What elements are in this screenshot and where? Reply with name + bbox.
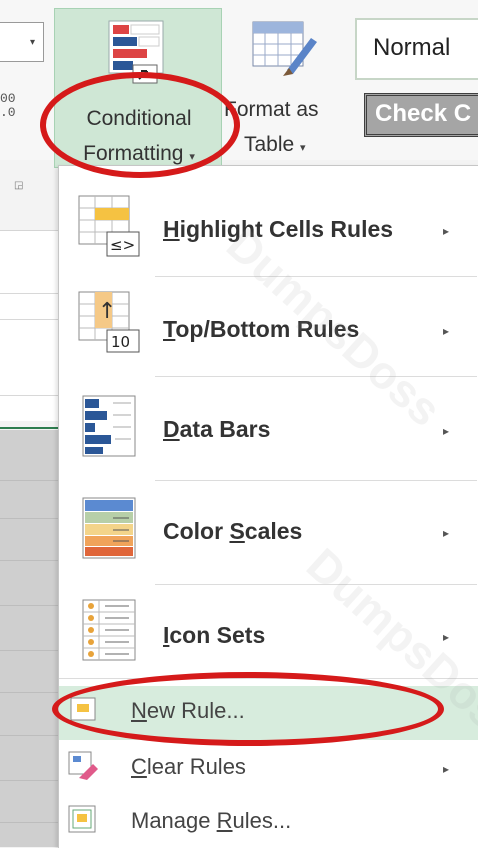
menu-item-label: Icon Sets xyxy=(163,622,266,648)
chevron-down-icon: ▾ xyxy=(189,151,195,163)
chevron-down-icon: ▾ xyxy=(29,37,35,48)
submenu-arrow-icon: ▸ xyxy=(443,630,450,644)
menu-item-manage-rules[interactable]: Manage Rules... xyxy=(59,798,478,848)
ribbon: ▾ 00.0 Conditional Formatting ▾ Format a… xyxy=(0,0,478,168)
submenu-arrow-icon: ▸ xyxy=(443,224,450,238)
conditional-formatting-menu: ≤> Highlight Cells Rules ▸ ↑ 10 Top/Bott… xyxy=(58,165,478,848)
menu-item-top-bottom-rules[interactable]: ↑ 10 Top/Bottom Rules ▸ xyxy=(59,286,478,386)
format-as-table-icon xyxy=(252,21,317,76)
menu-separator xyxy=(59,678,478,679)
format-as-table-label-line2[interactable]: Table ▾ xyxy=(244,133,306,157)
new-rule-icon xyxy=(70,697,96,721)
conditional-formatting-label-line2: Formatting ▾ xyxy=(83,142,195,165)
grid-line xyxy=(0,780,60,781)
cell-style-normal[interactable]: Normal xyxy=(355,18,478,80)
conditional-formatting-label: Conditional xyxy=(86,107,192,130)
svg-text:↑: ↑ xyxy=(98,299,116,324)
selection-border xyxy=(0,427,60,429)
menu-item-clear-rules[interactable]: Clear Rules ▸ xyxy=(59,742,478,796)
grid-line xyxy=(0,395,60,396)
menu-item-label: Color Scales xyxy=(163,518,303,544)
grid-line xyxy=(0,319,60,320)
clear-rules-icon xyxy=(68,751,98,780)
menu-separator xyxy=(155,276,477,277)
dialog-launcher-icon[interactable]: ◲ xyxy=(14,180,26,192)
submenu-arrow-icon: ▸ xyxy=(443,762,450,776)
menu-separator xyxy=(155,376,477,377)
grid-line xyxy=(0,822,60,823)
submenu-arrow-icon: ▸ xyxy=(443,424,450,438)
color-scales-icon xyxy=(82,497,136,559)
highlight-cells-icon: ≤> xyxy=(78,195,140,257)
menu-item-icon-sets[interactable]: Icon Sets ▸ xyxy=(59,590,478,686)
grid-line xyxy=(0,605,60,606)
grid-line xyxy=(0,518,60,519)
submenu-arrow-icon: ▸ xyxy=(443,526,450,540)
svg-text:≤>: ≤> xyxy=(110,236,135,254)
grid-line xyxy=(0,650,60,651)
submenu-arrow-icon: ▸ xyxy=(443,324,450,338)
menu-item-highlight-cells-rules[interactable]: ≤> Highlight Cells Rules ▸ xyxy=(59,184,478,284)
menu-separator xyxy=(155,480,477,481)
grid-line xyxy=(0,692,60,693)
menu-item-label: Highlight Cells Rules xyxy=(163,216,394,242)
svg-text:10: 10 xyxy=(111,333,130,351)
cell-style-check-cell[interactable]: Check C xyxy=(364,93,478,137)
menu-item-data-bars[interactable]: Data Bars ▸ xyxy=(59,386,478,486)
grid-line xyxy=(0,480,60,481)
chevron-down-icon: ▾ xyxy=(300,142,306,154)
format-as-table-label[interactable]: Format as xyxy=(224,98,319,122)
menu-item-label: New Rule... xyxy=(131,698,245,723)
menu-item-label: Clear Rules xyxy=(131,754,246,779)
top-bottom-icon: ↑ 10 xyxy=(78,291,140,353)
icon-sets-icon xyxy=(82,599,136,661)
menu-item-label: Manage Rules... xyxy=(131,808,292,833)
conditional-formatting-button[interactable]: Conditional Formatting ▾ xyxy=(54,8,222,168)
conditional-formatting-icon xyxy=(108,20,164,84)
menu-item-label: Top/Bottom Rules xyxy=(163,316,360,342)
menu-item-label: Data Bars xyxy=(163,416,271,442)
number-format-dropdown[interactable]: ▾ xyxy=(0,22,44,62)
selected-cells[interactable] xyxy=(0,430,60,847)
grid-line xyxy=(0,735,60,736)
menu-item-new-rule[interactable]: New Rule... xyxy=(59,686,478,740)
worksheet-area xyxy=(0,230,60,421)
grid-line xyxy=(0,293,60,294)
manage-rules-icon xyxy=(68,805,96,833)
data-bars-icon xyxy=(82,395,136,457)
decrease-decimal-icon[interactable]: 00.0 xyxy=(0,92,16,120)
menu-separator xyxy=(155,584,477,585)
menu-item-color-scales[interactable]: Color Scales ▸ xyxy=(59,488,478,588)
grid-line xyxy=(0,560,60,561)
